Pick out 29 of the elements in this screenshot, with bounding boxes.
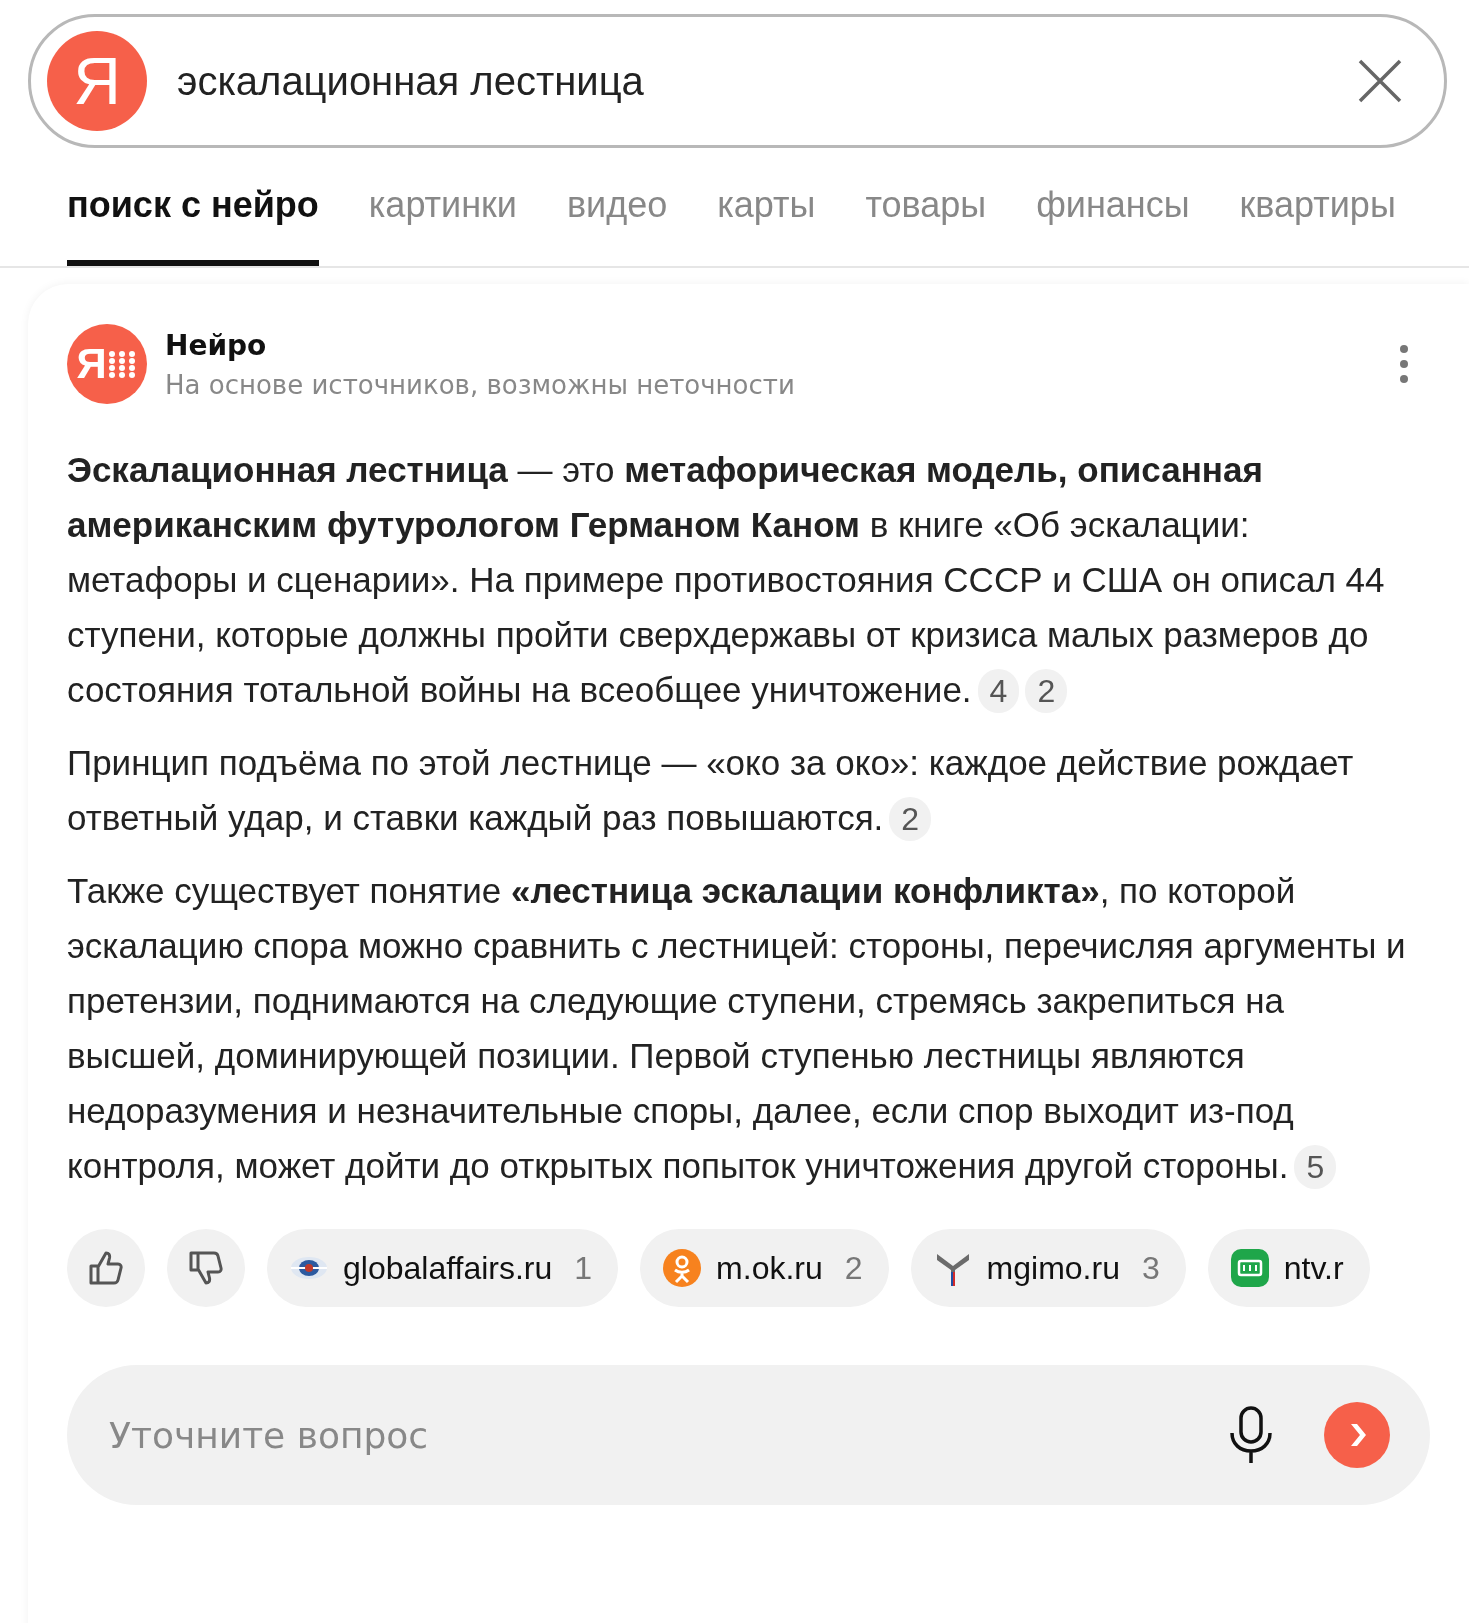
source-chip[interactable]: m.ok.ru 2	[640, 1229, 889, 1307]
tab[interactable]: финансы	[1036, 176, 1190, 266]
tab[interactable]: поиск с нейро	[67, 176, 319, 266]
search-input[interactable]: эскалационная лестница	[175, 57, 1356, 105]
neuro-logo: Я	[67, 324, 147, 404]
citation-link[interactable]: 2	[889, 797, 932, 841]
source-chip[interactable]: ntv.r	[1207, 1229, 1370, 1307]
tab[interactable]: квартиры	[1239, 176, 1396, 266]
followup-field[interactable]: Уточните вопрос	[67, 1365, 1430, 1505]
source-chip[interactable]: mgimo.ru 3	[910, 1229, 1186, 1307]
citation-link[interactable]: 4	[977, 669, 1020, 713]
search-field[interactable]: Я эскалационная лестница	[28, 14, 1447, 148]
answer-subtitle: На основе источников, возможны неточности	[165, 369, 796, 400]
question-input[interactable]: Уточните вопрос	[107, 1413, 1178, 1457]
answer-paragraph: Также существует понятие «лестница эскалации конфликта», по которой эскалацию спора можно сравнить с лестницей: стороны, перечисляя аргументы и претензии, поднимаются на следующие ступени, стремясь закрепиться на высшей, доминирующей позиции. Первой ступенью лестницы являются недоразумения и незначительные споры, далее, если спор выходит из-под контроля, может дойти до открытых попыток уничтожения другой стороны. 5	[67, 863, 1409, 1193]
tv-logo-icon	[1229, 1248, 1270, 1288]
answer-paragraph: Эскалационная лестница — это метафорическая модель, описанная американским футурологом Германом Каном в книге «Об эскалации: метафоры и сценарии». На примере противостояния СССР и США он описал 44 ступени, которые должны пройти сверхдержавы от кризиса малых размеров до состояния тотальной войны на всеобщее уничтожение. 4 2	[67, 442, 1409, 717]
answer-paragraph: Принцип подъёма по этой лестнице — «око за око»: каждое действие рождает ответный удар, и ставки каждый раз повышаются. 2	[67, 735, 1409, 845]
answer-title: Нейро	[165, 328, 268, 362]
tab[interactable]: товары	[865, 176, 987, 266]
citation-link[interactable]: 2	[1025, 669, 1068, 713]
source-chip[interactable]: globalaffairs.ru 1	[267, 1229, 619, 1307]
citation-link[interactable]: 5	[1294, 1145, 1337, 1189]
more-icon[interactable]	[1399, 344, 1409, 384]
tab[interactable]: видео	[566, 176, 668, 266]
close-icon[interactable]	[1356, 57, 1404, 105]
tab[interactable]: карты	[717, 176, 816, 266]
tab[interactable]: картинки	[368, 176, 517, 266]
person-icon	[662, 1248, 703, 1288]
